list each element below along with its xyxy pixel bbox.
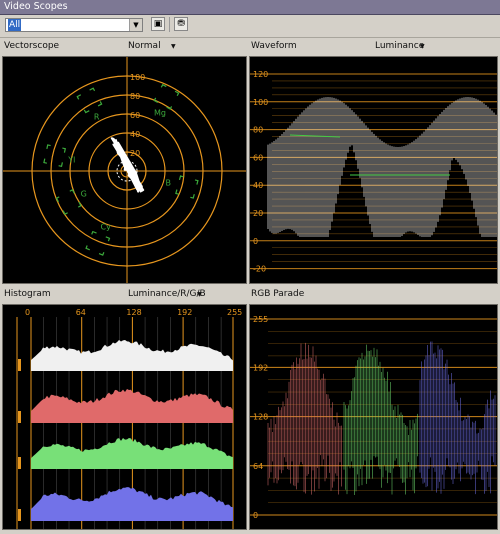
- vectorscope-target-label: Yl: [67, 155, 75, 164]
- histogram-channel-1: [31, 389, 233, 423]
- vectorscope-target-g: [55, 189, 82, 215]
- histogram-display: 0 64 128 192 255: [16, 308, 242, 529]
- source-select-value: All: [8, 19, 22, 31]
- rgb-parade-panel: 255 192 128 64 0: [249, 304, 498, 530]
- histogram-scale-label: 128: [126, 308, 141, 317]
- vectorscope-target-cy: [85, 230, 111, 256]
- vectorscope-ring-label: 20: [130, 149, 140, 158]
- layout-icon: ▣: [153, 19, 163, 29]
- histogram-scale-label: 64: [76, 308, 86, 317]
- source-select[interactable]: All ▼: [5, 18, 143, 32]
- rgb-parade-scale-label: 255: [253, 315, 268, 324]
- histogram-black-clip: [18, 359, 21, 371]
- histogram-black-clip: [18, 509, 21, 521]
- window-title: Video Scopes: [4, 1, 68, 12]
- waveform-scale-label: 0: [253, 237, 258, 246]
- rgb-parade-scale-label: 192: [253, 363, 268, 372]
- histogram-black-clip: [18, 457, 21, 469]
- waveform-scale-label: 40: [253, 181, 263, 190]
- vectorscope-target-label: G: [81, 190, 87, 199]
- waveform-scale-label: 120: [253, 70, 268, 79]
- histogram-channel-3: [31, 487, 233, 521]
- vectorscope-target-label: Cy: [101, 223, 112, 232]
- vectorscope-mode-dropdown[interactable]: Normal: [128, 38, 161, 55]
- rgb-parade-title: RGB Parade: [251, 289, 305, 299]
- vectorscope-ring-label: 40: [130, 130, 140, 139]
- settings-icon: ⛃: [177, 19, 185, 29]
- vectorscope-header: Vectorscope Normal ▼: [0, 38, 248, 55]
- waveform-header: Waveform Luminance ▼: [249, 38, 500, 55]
- waveform-display: 120 100 80 60 40 20 0 -20: [250, 70, 497, 274]
- histogram-mode-dropdown[interactable]: Luminance/R/G/B: [128, 286, 206, 303]
- vectorscope-ring-label: 80: [130, 92, 140, 101]
- vectorscope-ring-label: 100: [130, 73, 145, 82]
- vectorscope-target-label: R: [94, 112, 100, 121]
- waveform-mode-dropdown[interactable]: Luminance: [375, 38, 424, 55]
- vectorscope-title: Vectorscope: [4, 41, 60, 51]
- chevron-down-icon[interactable]: ▼: [197, 286, 202, 303]
- rgb-parade-scale-label: 128: [253, 413, 268, 422]
- histogram-panel: 0 64 128 192 255: [2, 304, 247, 530]
- histogram-scale-label: 255: [227, 308, 242, 317]
- rgb-parade-header: RGB Parade: [249, 286, 500, 303]
- histogram-scale-label: 192: [177, 308, 192, 317]
- waveform-scale-label: -20: [253, 265, 266, 274]
- histogram-header: Histogram Luminance/R/G/B ▼: [0, 286, 248, 303]
- waveform-scale-label: 60: [253, 153, 263, 162]
- settings-button[interactable]: ⛃: [174, 17, 188, 31]
- rgb-parade-scale-label: 64: [253, 462, 263, 471]
- waveform-title: Waveform: [251, 41, 297, 51]
- rgb-parade-display: 255 192 128 64 0: [250, 315, 497, 520]
- histogram-title: Histogram: [4, 289, 51, 299]
- vectorscope-ring-label: 60: [130, 111, 140, 120]
- rgb-parade-scale-label: 0: [253, 511, 258, 520]
- histogram-channel-2: [31, 438, 233, 469]
- vectorscope-target-label: Mg: [154, 109, 166, 118]
- waveform-scale-label: 100: [253, 98, 268, 107]
- chevron-down-icon[interactable]: ▼: [129, 19, 142, 31]
- vectorscope-display: 20 40 60 80 100 R Mg B Cy G Yl: [3, 57, 246, 283]
- histogram-channel-0: [31, 340, 233, 371]
- chevron-down-icon[interactable]: ▼: [420, 38, 425, 55]
- waveform-scale-label: 20: [253, 209, 263, 218]
- waveform-panel: 120 100 80 60 40 20 0 -20: [249, 56, 498, 284]
- vectorscope-panel: 20 40 60 80 100 R Mg B Cy G Yl: [2, 56, 247, 284]
- histogram-scale-label: 0: [25, 308, 30, 317]
- title-bar: Video Scopes: [0, 0, 500, 15]
- layout-button[interactable]: ▣: [151, 17, 165, 31]
- waveform-scale-label: 80: [253, 126, 263, 135]
- chevron-down-icon[interactable]: ▼: [171, 38, 176, 55]
- vectorscope-target-label: B: [166, 178, 172, 187]
- toolbar-separator: [169, 17, 170, 32]
- histogram-black-clip: [18, 411, 21, 423]
